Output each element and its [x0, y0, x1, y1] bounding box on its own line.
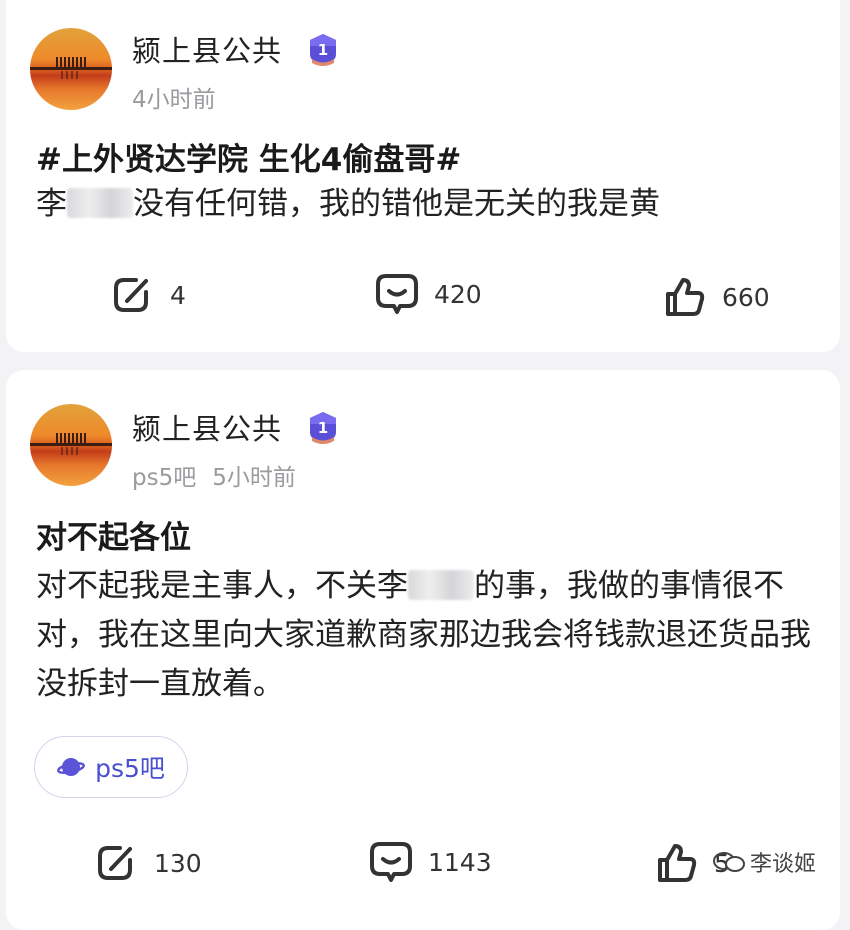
post-time: 5小时前	[212, 465, 296, 491]
post-username[interactable]: 颍上县公共	[132, 406, 282, 448]
share-button[interactable]: 4	[110, 272, 186, 318]
user-avatar[interactable]	[30, 404, 112, 486]
comment-count: 420	[434, 279, 482, 309]
level-badge-icon: 1	[310, 34, 336, 66]
svg-text:1: 1	[318, 41, 328, 59]
redacted-name	[67, 188, 133, 218]
post-meta: ps5吧 5小时前	[132, 458, 296, 492]
forum-tag-label: ps5吧	[95, 754, 165, 783]
post-title[interactable]: #上外贤达学院 生化4偷盘哥#	[36, 134, 461, 179]
like-icon	[666, 278, 705, 316]
forum-tag-chip[interactable]: ps5吧	[34, 736, 188, 798]
wechat-logo-icon	[713, 852, 745, 872]
post-title[interactable]: 对不起各位	[36, 512, 191, 557]
watermark: 李谈姬	[712, 846, 816, 878]
svg-text:1: 1	[318, 419, 328, 437]
post-time: 4小时前	[132, 87, 216, 113]
level-badge-icon: 1	[310, 412, 336, 444]
comment-count: 1143	[428, 847, 492, 877]
forum-link[interactable]: ps5吧	[132, 465, 196, 491]
share-icon	[98, 846, 132, 880]
like-button[interactable]: 660	[662, 274, 770, 320]
watermark-text: 李谈姬	[750, 852, 817, 877]
comment-button[interactable]: 420	[374, 270, 482, 318]
redacted-name	[408, 570, 474, 600]
post-body[interactable]: 对不起我是主事人，不关李 的事，我做的事情很不对，我在这里向大家道歉商家那边我会将…	[36, 562, 826, 709]
share-button[interactable]: 130	[94, 840, 202, 886]
post-body[interactable]: 李没有任何错，我的错他是无关的我是黄	[36, 180, 826, 229]
share-icon	[114, 278, 148, 312]
share-count: 130	[154, 848, 202, 878]
comment-icon	[376, 274, 418, 314]
post-username[interactable]: 颍上县公共	[132, 28, 282, 70]
share-count: 4	[170, 280, 186, 310]
comment-button[interactable]: 1143	[368, 838, 492, 886]
comment-icon	[370, 842, 412, 882]
planet-icon	[57, 758, 86, 776]
like-icon	[658, 844, 697, 882]
post-card[interactable]: 颍上县公共 1 4小时前 #上外贤达学院 生化4偷盘哥# 李没有任何错，我的错他…	[6, 0, 840, 352]
user-avatar[interactable]	[30, 28, 112, 110]
like-count: 660	[722, 282, 770, 312]
